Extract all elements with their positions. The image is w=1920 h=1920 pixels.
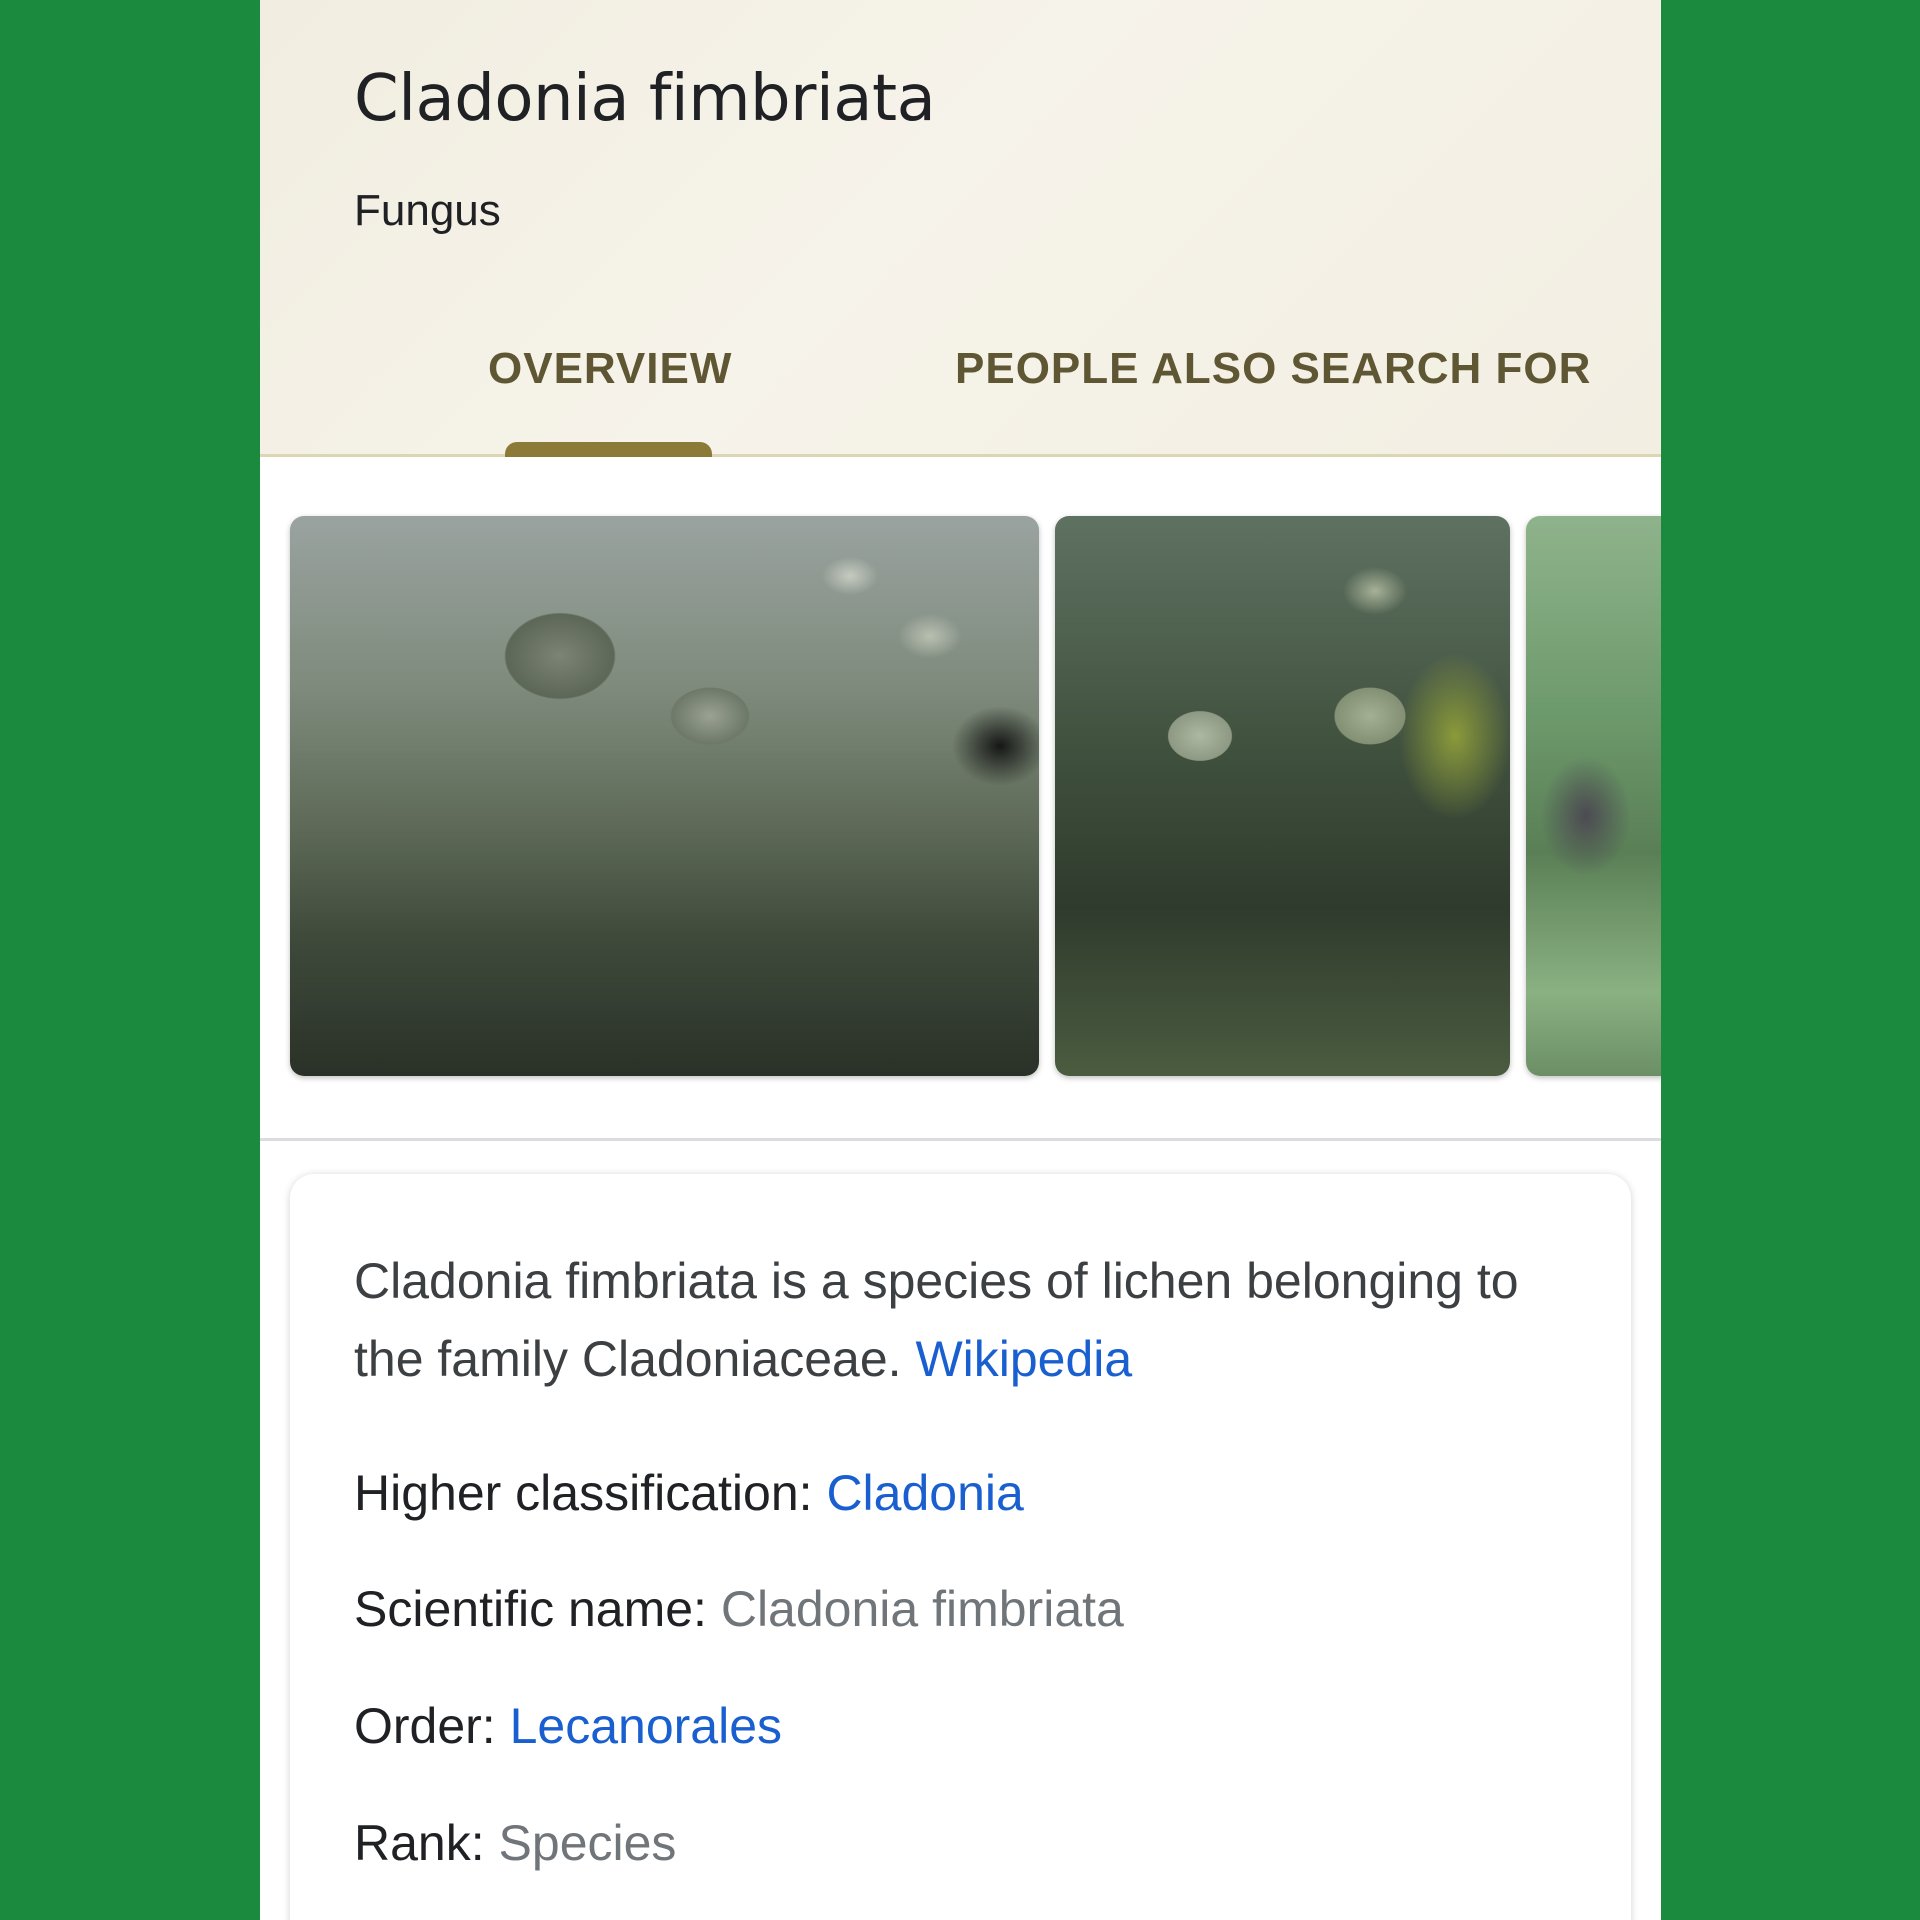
- lichen-image-3[interactable]: [1526, 516, 1661, 1076]
- section-divider: [260, 1138, 1661, 1141]
- lichen-image-1[interactable]: [290, 516, 1039, 1076]
- image-carousel[interactable]: [260, 516, 1661, 1076]
- wikipedia-link[interactable]: Wikipedia: [915, 1331, 1132, 1387]
- fact-label: Scientific name:: [354, 1581, 707, 1637]
- knowledge-panel: Cladonia fimbriata Fungus OVERVIEW PEOPL…: [260, 0, 1661, 1920]
- fact-value: Cladonia fimbriata: [720, 1581, 1124, 1637]
- fact-higher-classification: Higher classification: Cladonia: [354, 1464, 1024, 1522]
- fact-label: Order:: [354, 1698, 496, 1754]
- active-tab-indicator: [505, 442, 712, 457]
- fact-value-link[interactable]: Cladonia: [826, 1465, 1023, 1521]
- description: Cladonia fimbriata is a species of liche…: [354, 1242, 1594, 1398]
- fact-label: Rank:: [354, 1815, 485, 1871]
- fact-value: Species: [498, 1815, 677, 1871]
- tab-overview[interactable]: OVERVIEW: [488, 344, 732, 394]
- fact-scientific-name: Scientific name: Cladonia fimbriata: [354, 1580, 1124, 1638]
- entity-subtitle: Fungus: [354, 186, 501, 235]
- fact-value-link[interactable]: Lecanorales: [510, 1698, 782, 1754]
- lichen-image-2[interactable]: [1055, 516, 1510, 1076]
- overview-card: Cladonia fimbriata is a species of liche…: [290, 1174, 1631, 1920]
- panel-header: Cladonia fimbriata Fungus OVERVIEW PEOPL…: [260, 0, 1661, 457]
- page-background: Cladonia fimbriata Fungus OVERVIEW PEOPL…: [0, 0, 1920, 1920]
- fact-order: Order: Lecanorales: [354, 1697, 782, 1755]
- fact-label: Higher classification:: [354, 1465, 813, 1521]
- entity-title: Cladonia fimbriata: [354, 62, 936, 136]
- fact-rank: Rank: Species: [354, 1814, 676, 1872]
- tab-people-also-search-for[interactable]: PEOPLE ALSO SEARCH FOR: [955, 344, 1591, 394]
